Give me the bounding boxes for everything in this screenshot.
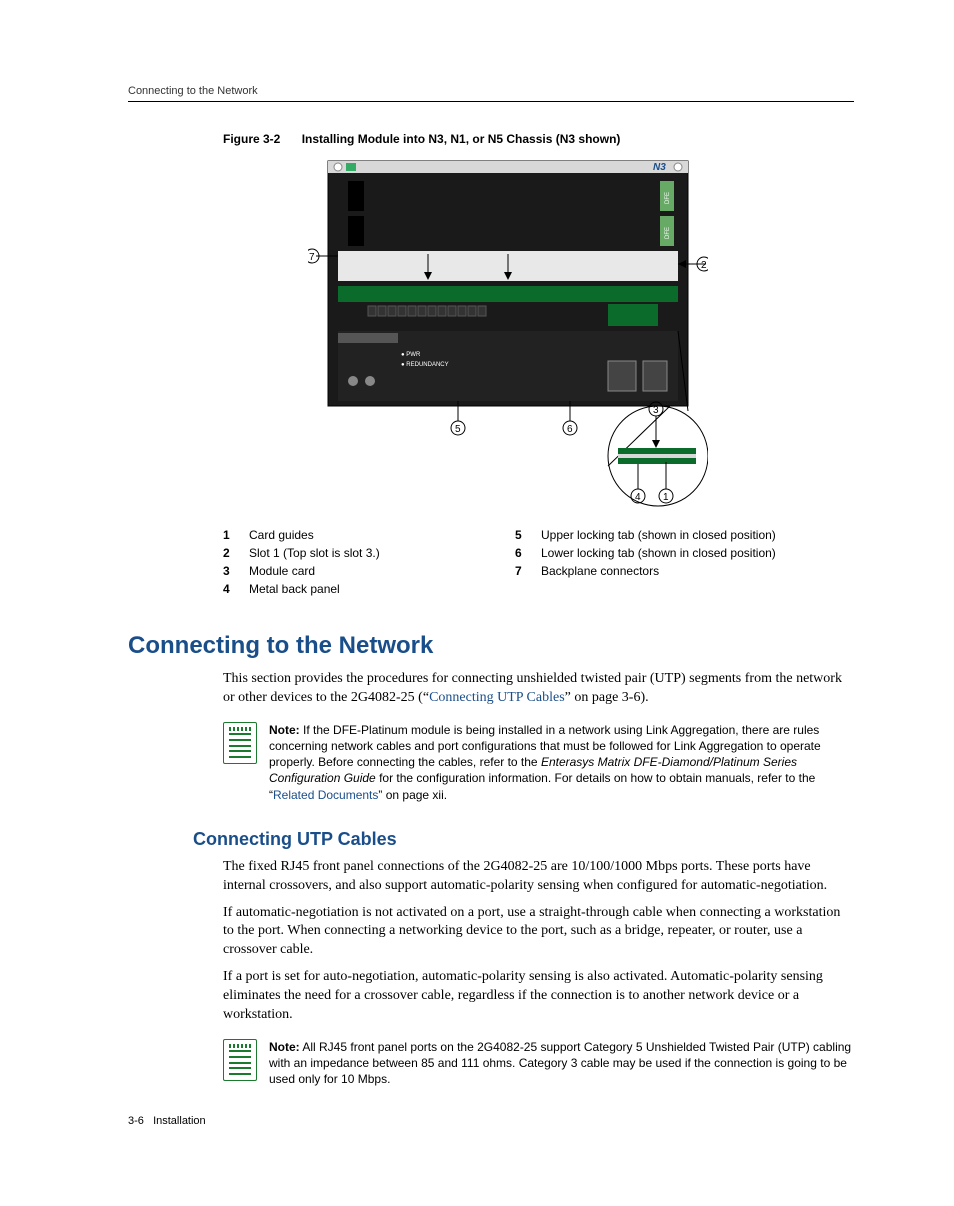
legend-text: Card guides <box>249 526 515 544</box>
section-heading: Connecting to the Network <box>128 632 854 660</box>
page-number: 3-6 <box>128 1115 144 1127</box>
svg-text:● REDUNDANCY: ● REDUNDANCY <box>401 362 449 368</box>
note-prefix: Note: <box>269 723 300 737</box>
note-body-post: ” on page xii. <box>378 788 447 802</box>
chassis-label: N3 <box>653 162 666 173</box>
link-connecting-utp[interactable]: Connecting UTP Cables <box>429 690 565 705</box>
svg-text:6: 6 <box>567 424 573 435</box>
legend-num: 1 <box>223 526 249 544</box>
svg-text:DFE: DFE <box>665 192 671 204</box>
legend-num: 6 <box>515 544 541 562</box>
legend-text: Metal back panel <box>249 580 515 598</box>
legend-num: 4 <box>223 580 249 598</box>
svg-text:1: 1 <box>663 492 669 503</box>
svg-text:DFE: DFE <box>665 227 671 239</box>
svg-text:4: 4 <box>635 492 641 503</box>
svg-text:2: 2 <box>701 260 707 271</box>
running-header: Connecting to the Network <box>128 85 854 102</box>
note-icon <box>223 722 257 764</box>
svg-text:● PWR: ● PWR <box>401 352 421 358</box>
chapter-name: Installation <box>153 1115 206 1127</box>
link-related-documents[interactable]: Related Documents <box>273 788 378 802</box>
note-prefix: Note: <box>269 1040 300 1054</box>
paragraph: If automatic-negotiation is not activate… <box>223 904 854 961</box>
paragraph: The fixed RJ45 front panel connections o… <box>223 858 854 896</box>
legend-text: Upper locking tab (shown in closed posit… <box>541 526 782 544</box>
note-block: Note: All RJ45 front panel ports on the … <box>223 1039 854 1088</box>
note-text: Note: If the DFE-Platinum module is bein… <box>269 722 854 803</box>
intro-paragraph: This section provides the procedures for… <box>223 670 854 708</box>
paragraph: If a port is set for auto-negotiation, a… <box>223 968 854 1025</box>
note-body: All RJ45 front panel ports on the 2G4082… <box>269 1040 851 1086</box>
legend-text: Module card <box>249 562 515 580</box>
svg-text:3: 3 <box>653 405 659 416</box>
figure-label: Figure 3-2 <box>223 132 280 146</box>
intro-text-post: ” on page 3-6). <box>565 690 649 705</box>
figure-legend: 1 Card guides 5 Upper locking tab (shown… <box>223 526 782 598</box>
note-block: Note: If the DFE-Platinum module is bein… <box>223 722 854 803</box>
svg-text:7: 7 <box>309 252 315 263</box>
figure-caption: Figure 3-2 Installing Module into N3, N1… <box>223 132 854 146</box>
legend-num: 5 <box>515 526 541 544</box>
legend-num: 7 <box>515 562 541 580</box>
legend-text: Backplane connectors <box>541 562 782 580</box>
figure-diagram: N3 DFE DFE <box>308 156 708 516</box>
note-icon <box>223 1039 257 1081</box>
legend-text: Lower locking tab (shown in closed posit… <box>541 544 782 562</box>
note-text: Note: All RJ45 front panel ports on the … <box>269 1039 854 1088</box>
figure-title: Installing Module into N3, N1, or N5 Cha… <box>302 132 621 146</box>
svg-text:5: 5 <box>455 424 461 435</box>
page-footer: 3-6 Installation <box>128 1115 854 1127</box>
subsection-heading: Connecting UTP Cables <box>193 829 854 850</box>
legend-num: 2 <box>223 544 249 562</box>
legend-text: Slot 1 (Top slot is slot 3.) <box>249 544 515 562</box>
legend-num: 3 <box>223 562 249 580</box>
